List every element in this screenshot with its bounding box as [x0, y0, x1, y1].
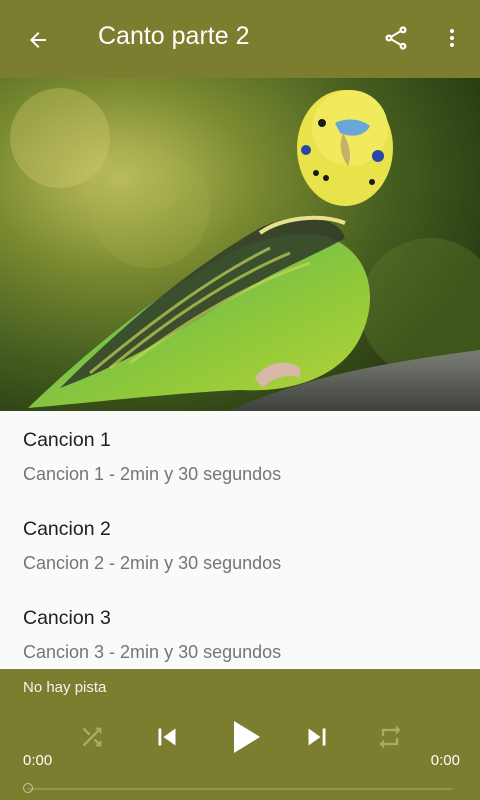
more-vert-icon	[450, 29, 454, 47]
previous-button[interactable]	[148, 717, 186, 757]
shuffle-icon	[82, 727, 102, 747]
app-bar: Canto parte 2	[0, 0, 480, 78]
total-time: 0:00	[430, 752, 460, 769]
seek-bar[interactable]	[28, 788, 452, 790]
song-description: Cancion 3 - 2min y 30 segundos	[23, 642, 282, 662]
now-playing-label: No hay pista	[23, 679, 107, 696]
play-button[interactable]	[220, 711, 268, 763]
song-title: Cancion 2	[23, 518, 111, 540]
song-list: Cancion 1 Cancion 1 - 2min y 30 segundos…	[0, 411, 480, 669]
song-item-1[interactable]: Cancion 1 Cancion 1 - 2min y 30 segundos	[0, 411, 480, 500]
song-description: Cancion 2 - 2min y 30 segundos	[23, 553, 282, 573]
elapsed-time: 0:00	[23, 752, 53, 769]
shuffle-button[interactable]	[74, 719, 110, 755]
share-button[interactable]	[376, 18, 416, 58]
seek-thumb[interactable]	[23, 783, 33, 793]
repeat-icon	[379, 725, 401, 749]
arrow-back-icon	[30, 32, 46, 48]
repeat-button[interactable]	[372, 719, 408, 755]
music-player: No hay pista 0:00 0:00	[0, 669, 480, 800]
more-options-button[interactable]	[434, 18, 470, 58]
song-item-2[interactable]: Cancion 2 Cancion 2 - 2min y 30 segundos	[0, 500, 480, 589]
play-icon	[234, 721, 260, 753]
page-title: Canto parte 2	[98, 22, 250, 50]
share-icon	[385, 26, 407, 50]
header-image	[0, 78, 480, 411]
skip-previous-icon	[158, 728, 176, 746]
back-button[interactable]	[18, 20, 58, 60]
budgerigar-illustration	[0, 78, 480, 411]
song-item-3[interactable]: Cancion 3 Cancion 3 - 2min y 30 segundos	[0, 589, 480, 678]
song-description: Cancion 1 - 2min y 30 segundos	[23, 464, 282, 484]
song-title: Cancion 1	[23, 429, 111, 451]
next-button[interactable]	[298, 717, 336, 757]
song-title: Cancion 3	[23, 607, 111, 629]
skip-next-icon	[308, 728, 326, 746]
